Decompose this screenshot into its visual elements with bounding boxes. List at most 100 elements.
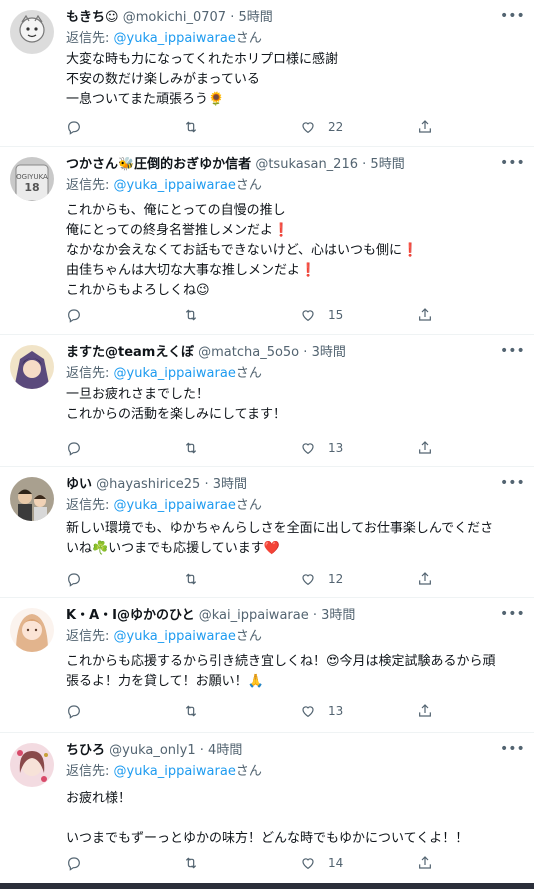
heart-icon xyxy=(302,443,314,455)
heart-icon xyxy=(302,858,314,870)
like-button[interactable]: 13 xyxy=(300,440,417,456)
reply-suffix: さん xyxy=(235,366,262,381)
heart-icon xyxy=(302,310,314,322)
retweet-button[interactable] xyxy=(183,119,300,135)
avatar[interactable] xyxy=(10,10,54,54)
reply-prefix: 返信先: xyxy=(66,366,110,381)
reply-tweet[interactable]: K・A・I@ゆかのひと @kai_ippaiwarae · 3時間 ••• 返信… xyxy=(0,598,534,733)
reply-icon xyxy=(68,121,80,135)
timestamp[interactable]: 3時間 xyxy=(321,608,355,623)
display-name[interactable]: K・A・I@ゆかのひと xyxy=(66,608,195,623)
user-handle[interactable]: @kai_ippaiwarae xyxy=(199,608,309,623)
timestamp[interactable]: 5時間 xyxy=(238,10,272,25)
reply-button[interactable] xyxy=(66,855,183,871)
user-handle[interactable]: @tsukasan_216 xyxy=(255,157,358,172)
like-button[interactable]: 15 xyxy=(300,307,417,323)
reply-prefix: 返信先: xyxy=(66,629,110,644)
tweet-text-line: 新しい環境でも、ゆかちゃんらしさを全面に出してお仕事楽しんでくださ xyxy=(66,521,494,536)
tweet-text: これからも応援するから引き続き宜しくね！😍今月は検定試験あるから頑 張るよ！力を… xyxy=(66,652,520,692)
user-handle[interactable]: @mokichi_0707 xyxy=(123,10,226,25)
separator-dot: · xyxy=(230,10,235,25)
tweet-text: お疲れ様！ いつまでもずーっとゆかの味方！どんな時でもゆかについてくよ！！ xyxy=(66,789,520,849)
retweet-button[interactable] xyxy=(183,440,300,456)
like-button[interactable]: 22 xyxy=(300,119,417,135)
more-options-icon[interactable]: ••• xyxy=(500,9,525,27)
display-name[interactable]: ちひろ xyxy=(66,743,105,758)
tweet-actions: 13 xyxy=(66,438,474,458)
timestamp[interactable]: 3時間 xyxy=(312,345,346,360)
avatar[interactable] xyxy=(10,477,54,521)
share-button[interactable] xyxy=(417,119,433,135)
mention-link[interactable]: @yuka_ippaiwarae xyxy=(114,629,236,644)
reply-prefix: 返信先: xyxy=(66,498,110,513)
tweet-text-line: お疲れ様！ xyxy=(66,791,132,806)
reply-button[interactable] xyxy=(66,307,183,323)
separator-dot: · xyxy=(362,157,367,172)
reply-tweet[interactable]: ちひろ @yuka_only1 · 4時間 ••• 返信先: @yuka_ipp… xyxy=(0,733,534,883)
retweet-button[interactable] xyxy=(183,855,300,871)
reply-suffix: さん xyxy=(235,178,262,193)
avatar[interactable] xyxy=(10,743,54,787)
mention-link[interactable]: @yuka_ippaiwarae xyxy=(114,764,236,779)
avatar[interactable]: OGIYUKA 18 xyxy=(10,157,54,201)
display-name[interactable]: ますた@teamえくぼ xyxy=(66,345,194,360)
reply-icon xyxy=(68,442,80,456)
share-button[interactable] xyxy=(417,703,433,719)
separator-dot: · xyxy=(312,608,317,623)
reply-tweet[interactable]: OGIYUKA 18 つかさん🐝圧倒的おぎゆか信者 @tsukasan_216 ·… xyxy=(0,147,534,335)
more-options-icon[interactable]: ••• xyxy=(500,742,525,760)
tweet-text-line: これからもよろしくね😉 xyxy=(66,283,210,298)
reply-tweet[interactable]: ますた@teamえくぼ @matcha_5o5o · 3時間 ••• 返信先: … xyxy=(0,335,534,467)
retweet-button[interactable] xyxy=(183,307,300,323)
more-options-icon[interactable]: ••• xyxy=(500,344,525,362)
tweet-text-line: 張るよ！力を貸して！お願い！🙏 xyxy=(66,674,264,689)
timestamp[interactable]: 3時間 xyxy=(213,477,247,492)
mention-link[interactable]: @yuka_ippaiwarae xyxy=(114,366,236,381)
like-count: 14 xyxy=(328,856,344,870)
reply-button[interactable] xyxy=(66,440,183,456)
like-button[interactable]: 13 xyxy=(300,703,417,719)
share-icon xyxy=(419,120,431,133)
retweet-icon xyxy=(185,857,197,869)
share-button[interactable] xyxy=(417,571,433,587)
share-button[interactable] xyxy=(417,307,433,323)
mention-link[interactable]: @yuka_ippaiwarae xyxy=(114,178,236,193)
avatar[interactable] xyxy=(10,345,54,389)
mention-link[interactable]: @yuka_ippaiwarae xyxy=(114,498,236,513)
more-options-icon[interactable]: ••• xyxy=(500,607,525,625)
reply-tweet[interactable]: もきち☺ @mokichi_0707 · 5時間 ••• 返信先: @yuka_… xyxy=(0,0,534,147)
like-button[interactable]: 12 xyxy=(300,571,417,587)
share-button[interactable] xyxy=(417,440,433,456)
timestamp[interactable]: 5時間 xyxy=(370,157,404,172)
separator-dot: · xyxy=(303,345,308,360)
reply-icon xyxy=(68,705,80,719)
user-handle[interactable]: @hayashirice25 xyxy=(96,477,200,492)
like-button[interactable]: 14 xyxy=(300,855,417,871)
tweet-actions: 22 xyxy=(66,117,474,137)
avatar[interactable] xyxy=(10,608,54,652)
more-options-icon[interactable]: ••• xyxy=(500,476,525,494)
share-button[interactable] xyxy=(417,855,433,871)
share-icon xyxy=(419,308,431,321)
user-handle[interactable]: @yuka_only1 xyxy=(109,743,195,758)
reply-button[interactable] xyxy=(66,703,183,719)
retweet-button[interactable] xyxy=(183,571,300,587)
reply-button[interactable] xyxy=(66,119,183,135)
share-icon xyxy=(419,856,431,869)
tweet-actions: 15 xyxy=(66,305,474,325)
reply-button[interactable] xyxy=(66,571,183,587)
reply-tweet[interactable]: ゆい @hayashirice25 · 3時間 ••• 返信先: @yuka_i… xyxy=(0,467,534,598)
reply-context: 返信先: @yuka_ippaiwaraeさん xyxy=(66,29,262,49)
reply-context: 返信先: @yuka_ippaiwaraeさん xyxy=(66,176,262,196)
timestamp[interactable]: 4時間 xyxy=(208,743,242,758)
mention-link[interactable]: @yuka_ippaiwarae xyxy=(114,31,236,46)
display-name[interactable]: ゆい xyxy=(66,477,92,492)
retweet-button[interactable] xyxy=(183,703,300,719)
display-name[interactable]: つかさん🐝圧倒的おぎゆか信者 xyxy=(66,157,251,172)
more-options-icon[interactable]: ••• xyxy=(500,156,525,174)
share-icon xyxy=(419,441,431,454)
display-name[interactable]: もきち☺ xyxy=(66,10,119,25)
separator-dot: · xyxy=(199,743,204,758)
user-handle[interactable]: @matcha_5o5o xyxy=(198,345,299,360)
tweet-text-line: これからも、俺にとっての自慢の推し xyxy=(66,203,286,218)
